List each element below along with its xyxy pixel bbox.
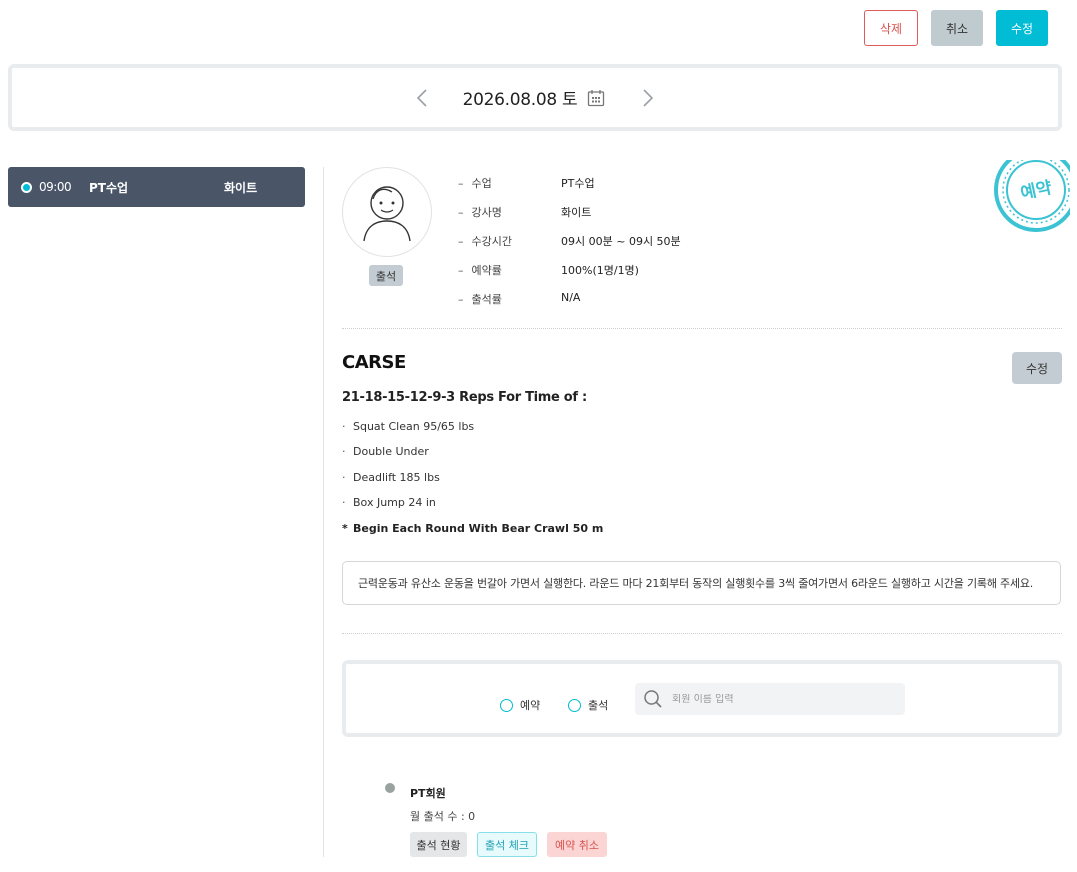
schedule-time: 09:00 <box>39 180 72 194</box>
info-row: 출석률 N/A <box>458 291 681 320</box>
search-icon <box>643 689 663 709</box>
info-row: 수강시간 09시 00분 ~ 09시 50분 <box>458 233 681 262</box>
top-actions: 삭제 취소 수정 <box>864 10 1048 46</box>
current-date: 2026.08.08 토 <box>462 90 578 110</box>
list-item: · Deadlift 185 lbs <box>342 471 474 496</box>
search-input[interactable] <box>672 693 892 705</box>
list-item: · Double Under <box>342 445 474 470</box>
info-label: 수강시간 <box>458 233 561 262</box>
member-status-dot <box>385 783 395 793</box>
member-monthly-attendance: 월 출석 수 : 0 <box>410 810 476 823</box>
schedule-item[interactable]: 09:00 PT수업 화이트 <box>8 167 305 207</box>
column-divider <box>323 167 324 857</box>
date-navigator: 2026.08.08 토 <box>8 64 1062 131</box>
info-value: 화이트 <box>561 206 592 219</box>
schedule-teacher: 화이트 <box>224 180 258 195</box>
search-box <box>635 683 905 715</box>
attendance-check-button[interactable]: 출석 체크 <box>477 832 537 857</box>
edit-button[interactable]: 수정 <box>996 10 1048 46</box>
delete-button[interactable]: 삭제 <box>864 10 918 46</box>
info-label: 출석률 <box>458 291 561 320</box>
workout-edit-button[interactable]: 수정 <box>1012 352 1062 384</box>
cancel-reservation-button[interactable]: 예약 취소 <box>547 832 607 857</box>
workout-item: Squat Clean 95/65 lbs <box>353 420 475 433</box>
info-row: 수업 PT수업 <box>458 175 681 204</box>
avatar <box>342 167 432 257</box>
reservation-stamp: 예약 <box>990 160 1070 236</box>
list-bullet: · <box>342 496 346 510</box>
member-filter: 예약 출석 <box>342 660 1062 737</box>
workout-title: CARSE <box>342 352 406 373</box>
list-item: · Box Jump 24 in <box>342 496 474 521</box>
user-face-icon <box>363 186 411 242</box>
chevron-left-icon[interactable] <box>407 83 437 113</box>
schedule-class: PT수업 <box>89 180 129 195</box>
class-info-list: 수업 PT수업 강사명 화이트 수강시간 09시 00분 ~ 09시 50분 예… <box>458 175 681 320</box>
info-label: 강사명 <box>458 204 561 233</box>
info-row: 예약률 100%(1명/1명) <box>458 262 681 291</box>
stamp-text: 예약 <box>1019 177 1054 203</box>
workout-list: · Squat Clean 95/65 lbs · Double Under · De… <box>342 420 474 522</box>
note-marker: * <box>342 522 348 535</box>
list-bullet: · <box>342 445 346 459</box>
section-divider <box>342 633 1062 634</box>
workout-item: Deadlift 185 lbs <box>353 470 440 484</box>
workout-item: Double Under <box>353 445 429 459</box>
section-divider <box>342 328 1062 329</box>
list-item: · Squat Clean 95/65 lbs <box>342 420 474 445</box>
info-value: 100%(1명/1명) <box>561 264 639 277</box>
info-label: 예약률 <box>458 262 561 291</box>
radio-label: 예약 <box>520 699 541 712</box>
info-value: N/A <box>561 291 581 304</box>
workout-note-text: Begin Each Round With Bear Crawl 50 m <box>353 522 604 535</box>
info-value: 09시 00분 ~ 09시 50분 <box>561 235 681 248</box>
radio-label: 출석 <box>588 699 609 712</box>
workout-description: 근력운동과 유산소 운동을 번갈아 가면서 실행한다. 라운드 마다 21회부터… <box>342 561 1061 605</box>
member-name: PT회원 <box>410 787 446 800</box>
info-value: PT수업 <box>561 177 595 190</box>
list-bullet: · <box>342 420 346 433</box>
info-row: 강사명 화이트 <box>458 204 681 233</box>
member-actions: 출석 현황 출석 체크 예약 취소 <box>410 832 607 857</box>
radio-reserve[interactable]: 예약 <box>500 697 540 713</box>
status-dot <box>21 181 32 193</box>
calendar-icon[interactable] <box>587 89 605 107</box>
attend-badge: 출석 <box>369 265 403 286</box>
cancel-button[interactable]: 취소 <box>931 10 983 46</box>
list-bullet: · <box>342 470 346 484</box>
attendance-status-button[interactable]: 출석 현황 <box>410 832 467 857</box>
workout-item: Box Jump 24 in <box>353 496 436 510</box>
radio-circle <box>500 698 513 712</box>
chevron-right-icon[interactable] <box>633 83 663 113</box>
radio-circle <box>568 698 581 712</box>
radio-attend[interactable]: 출석 <box>568 697 608 713</box>
workout-subtitle: 21-18-15-12-9-3 Reps For Time of : <box>342 390 587 405</box>
workout-note: * Begin Each Round With Bear Crawl 50 m <box>342 522 603 535</box>
info-label: 수업 <box>458 175 561 204</box>
